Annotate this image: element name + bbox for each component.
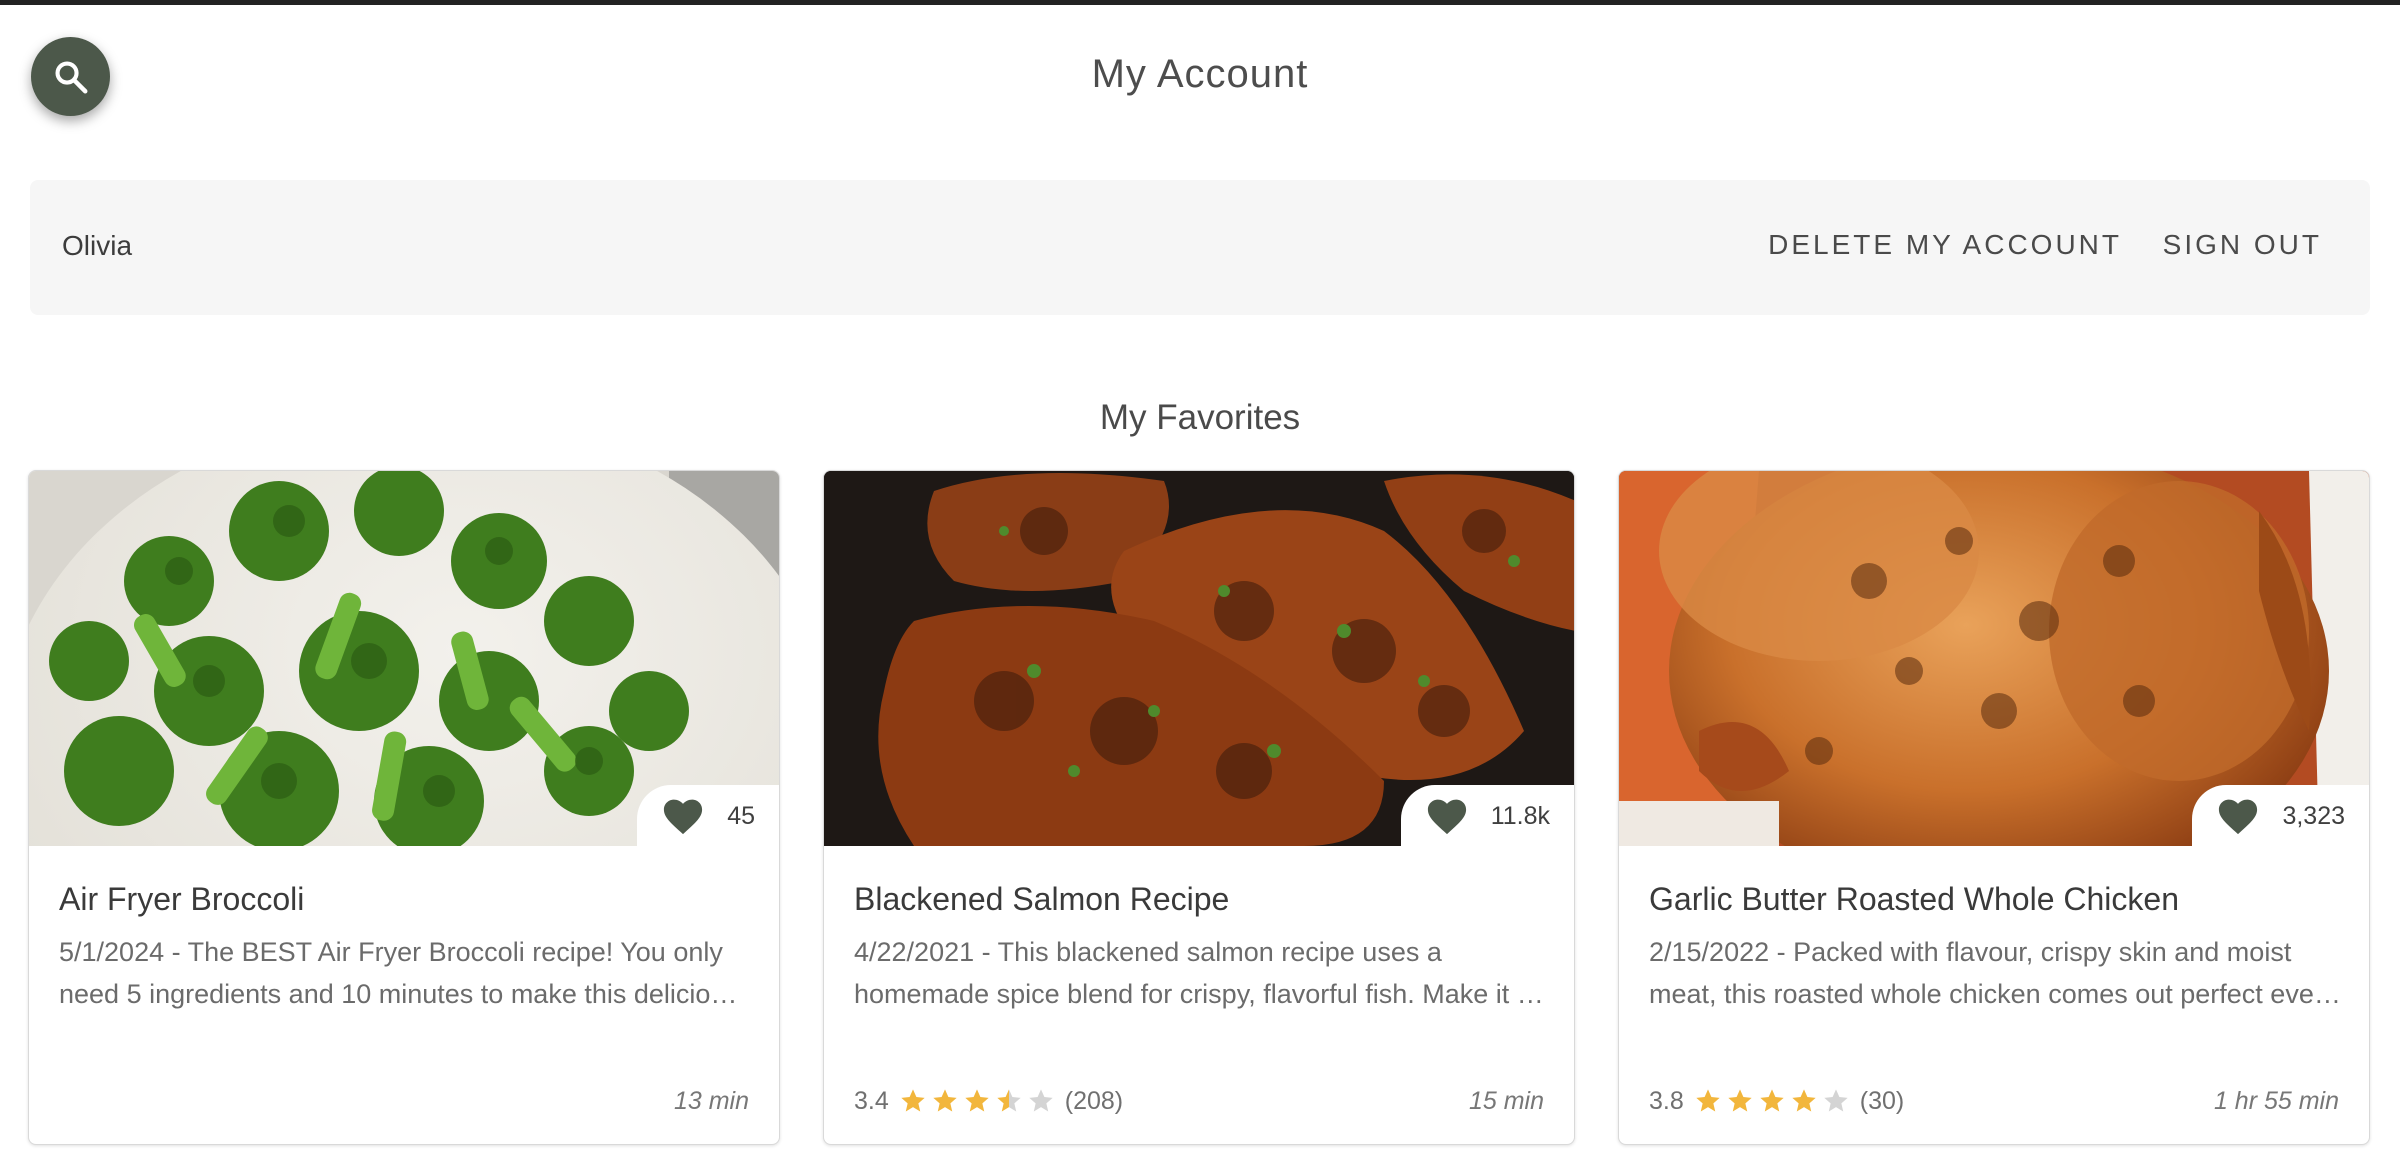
cook-time: 1 hr 55 min [2213, 1086, 2339, 1115]
star-icon [933, 1089, 957, 1112]
favorites-title: My Favorites [1099, 398, 1301, 437]
star-icon [1728, 1089, 1752, 1112]
rating-value: 3.8 [1649, 1086, 1684, 1115]
rating-count: (30) [1859, 1086, 1905, 1115]
favorite-toggle[interactable]: 11.8k [1400, 785, 1574, 847]
card-footer: 3.8 (30) 1 hr 55 min [1649, 1081, 2339, 1121]
star-icon [1029, 1089, 1053, 1112]
favorite-count: 45 [727, 801, 755, 830]
star-icon [1696, 1089, 1720, 1112]
star-icon [965, 1089, 989, 1112]
recipe-title: Garlic Butter Roasted Whole Chicken [1649, 881, 2179, 917]
rating: 3.8 (30) [1649, 1087, 1904, 1116]
favorite-count: 3,323 [2282, 801, 2345, 830]
recipe-title: Blackened Salmon Recipe [854, 881, 1230, 917]
recipe-title: Air Fryer Broccoli [59, 881, 305, 917]
rating-count: (208) [1064, 1086, 1124, 1115]
account-bar: Olivia DELETE MY ACCOUNT SIGN OUT [30, 180, 2370, 315]
favorite-count: 11.8k [1490, 801, 1550, 830]
cook-time: 15 min [1468, 1086, 1544, 1115]
star-icon [901, 1089, 925, 1112]
sign-out-button[interactable]: SIGN OUT [2163, 229, 2322, 261]
star-rating [899, 1087, 1055, 1115]
star-icon [1760, 1089, 1784, 1112]
star-icon [997, 1089, 1021, 1112]
recipe-card[interactable]: 3,323 Garlic Butter Roasted Whole Chicke… [1618, 470, 2370, 1145]
recipe-description: 2/15/2022 - Packed with flavour, crispy … [1649, 937, 2337, 1009]
rating: 3.4 (208) [854, 1087, 1123, 1116]
heart-icon [664, 799, 703, 835]
recipe-card[interactable]: 45 Air Fryer Broccoli 5/1/2024 - The BES… [28, 470, 780, 1145]
card-footer: 3.4 (208) 15 min [854, 1081, 1544, 1121]
star-icon [1824, 1089, 1848, 1112]
star-rating [1694, 1087, 1850, 1115]
cook-time: 13 min [673, 1086, 749, 1115]
recipe-description: 4/22/2021 - This blackened salmon recipe… [854, 937, 1538, 1009]
card-footer: 13 min [59, 1081, 749, 1121]
heart-icon [2219, 799, 2258, 835]
heart-icon [1427, 799, 1466, 835]
favorite-toggle[interactable]: 3,323 [2192, 785, 2369, 847]
rating-value: 3.4 [854, 1086, 889, 1115]
user-name: Olivia [62, 230, 133, 261]
delete-account-button[interactable]: DELETE MY ACCOUNT [1768, 229, 2122, 261]
favorite-toggle[interactable]: 45 [637, 785, 779, 847]
recipe-card[interactable]: 11.8k Blackened Salmon Recipe 4/22/2021 … [823, 470, 1575, 1145]
star-icon [1792, 1089, 1816, 1112]
page-title: My Account [1091, 52, 1309, 96]
recipe-description: 5/1/2024 - The BEST Air Fryer Broccoli r… [59, 937, 739, 1009]
top-strip [0, 0, 2400, 5]
